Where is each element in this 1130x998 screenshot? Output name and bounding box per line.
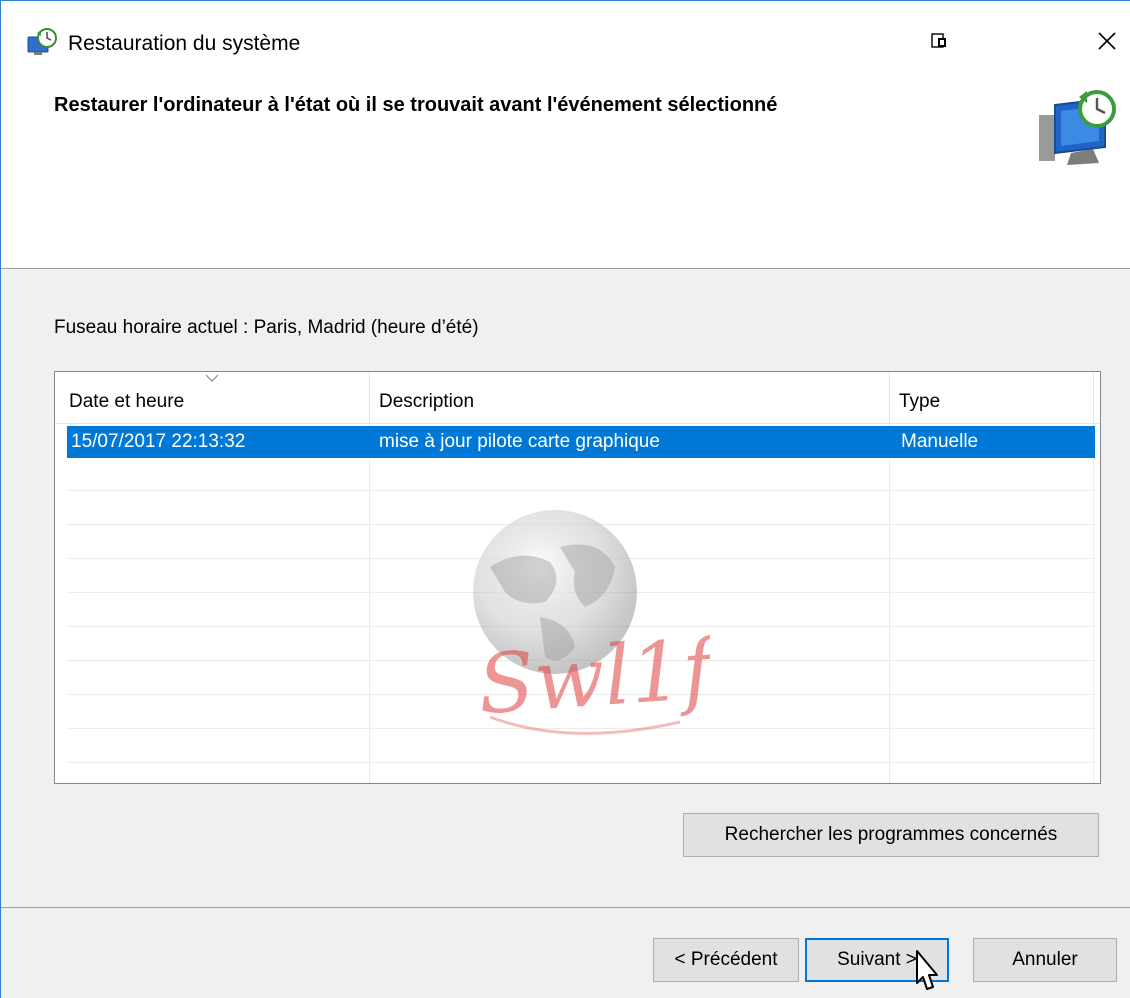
empty-row — [67, 595, 1095, 627]
wizard-header: Restaurer l'ordinateur à l'état où il se… — [1, 81, 1130, 269]
table-row[interactable]: 15/07/2017 22:13:32 mise à jour pilote c… — [67, 426, 1095, 458]
previous-button[interactable]: < Précédent — [653, 938, 799, 982]
column-header-type[interactable]: Type — [889, 372, 1093, 424]
tablet-mode-icon — [931, 33, 946, 48]
cell-description: mise à jour pilote carte graphique — [379, 431, 660, 452]
empty-row — [67, 493, 1095, 525]
cell-date: 15/07/2017 22:13:32 — [71, 431, 246, 452]
footer-divider — [1, 907, 1130, 908]
close-button[interactable] — [1077, 19, 1130, 63]
mouse-pointer-icon — [916, 950, 938, 990]
empty-row — [67, 561, 1095, 593]
scan-affected-programs-button[interactable]: Rechercher les programmes concernés — [683, 813, 1099, 857]
empty-row — [67, 731, 1095, 763]
system-restore-monitor-icon — [1039, 90, 1116, 165]
close-icon — [1098, 32, 1116, 50]
tablet-mode-button[interactable] — [909, 19, 969, 63]
list-header: Date et heure Description Type — [55, 372, 1100, 424]
empty-row — [67, 629, 1095, 661]
system-restore-icon — [27, 28, 57, 55]
empty-row — [67, 527, 1095, 559]
empty-row — [67, 663, 1095, 695]
system-restore-window: Restauration du système Restaurer l'ordi… — [0, 0, 1130, 998]
cancel-button[interactable]: Annuler — [973, 938, 1117, 982]
restore-points-list[interactable]: Date et heure Description Type 15/07/201… — [54, 371, 1101, 784]
window-title: Restauration du système — [68, 32, 301, 55]
column-header-description[interactable]: Description — [369, 372, 889, 424]
empty-row — [67, 459, 1095, 491]
page-title: Restaurer l'ordinateur à l'état où il se… — [54, 94, 778, 116]
title-bar[interactable]: Restauration du système — [1, 1, 1130, 81]
empty-row — [67, 697, 1095, 729]
timezone-label: Fuseau horaire actuel : Paris, Madrid (h… — [54, 317, 479, 338]
column-header-date[interactable]: Date et heure — [55, 372, 369, 424]
cell-type: Manuelle — [901, 431, 979, 452]
column-divider[interactable] — [1093, 372, 1094, 424]
